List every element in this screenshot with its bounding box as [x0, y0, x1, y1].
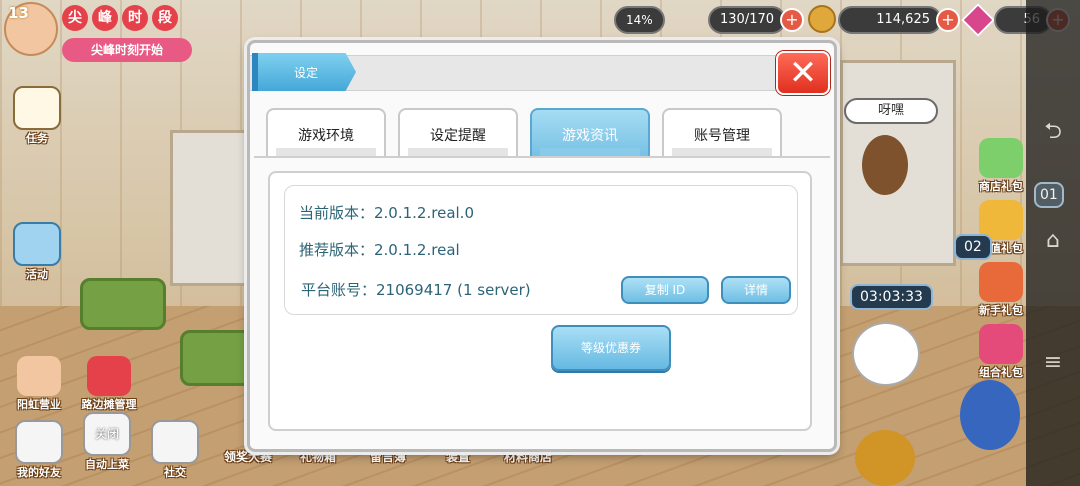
version-info-box: 当前版本：2.0.1.2.real.0 推荐版本：2.0.1.2.real 平台…: [284, 185, 798, 315]
sidebar-item-shop-pack[interactable]: 商店礼包: [972, 138, 1030, 194]
sidebar-item-combo-pack[interactable]: 组合礼包: [972, 324, 1030, 380]
home-icon[interactable]: ⌂: [1040, 228, 1066, 253]
coin-icon: [808, 5, 836, 33]
food-order-bubble[interactable]: [852, 322, 920, 386]
bottom-label: 社交: [164, 466, 186, 479]
system-nav-bar: 01 ⮌ ⌂ ≡: [1026, 0, 1080, 486]
close-button[interactable]: ✕: [776, 51, 830, 95]
sidebar-item-newbie-pack[interactable]: 新手礼包: [972, 262, 1030, 318]
details-button[interactable]: 详情: [721, 276, 791, 304]
npc-speech-bubble: 呀嘿: [844, 98, 938, 124]
level-coupon-button[interactable]: 等级优惠券: [551, 325, 671, 371]
side-timer: 02: [954, 234, 992, 260]
bottom-label: 路边摊管理: [81, 398, 137, 411]
event-title: 尖 峰 时 段: [62, 5, 178, 31]
tab-label: 游戏资讯: [562, 128, 618, 144]
girl-avatar-icon: [17, 356, 61, 396]
event-banner[interactable]: 尖峰时刻开始: [62, 38, 192, 62]
bottom-item-social[interactable]: 社交: [146, 420, 204, 480]
gift-shop-icon: [979, 138, 1023, 178]
energy-counter: 130/170: [708, 6, 787, 34]
event-timer: 03:03:33: [850, 284, 933, 310]
tab-game-info[interactable]: 游戏资讯: [530, 108, 650, 158]
bottom-item-auto-serve[interactable]: 关闭 自动上菜: [78, 412, 136, 472]
event-char: 段: [152, 5, 178, 31]
sidebar-label: 任务: [26, 132, 48, 145]
sidebar-label: 新手礼包: [979, 304, 1023, 317]
bottom-label: 阳虹营业: [17, 398, 61, 411]
sidebar-item-tasks[interactable]: 任务: [8, 86, 66, 146]
tab-label: 账号管理: [694, 128, 750, 144]
bottom-label: 自动上菜: [85, 458, 129, 471]
stall-icon: [87, 356, 131, 396]
sidebar-item-events[interactable]: 活动: [8, 222, 66, 282]
sidebar-label: 组合礼包: [979, 366, 1023, 379]
coin-counter: 114,625: [838, 6, 942, 34]
clipboard-icon: [13, 86, 61, 130]
copy-id-button[interactable]: 复制 ID: [621, 276, 709, 304]
tab-account-management[interactable]: 账号管理: [662, 108, 782, 158]
tab-label: 设定提醒: [430, 128, 486, 144]
tab-divider: [254, 156, 830, 158]
close-icon: ✕: [788, 53, 818, 93]
close-toggle-icon: 关闭: [83, 412, 131, 456]
corner-timer: 01: [1034, 182, 1064, 208]
event-board-icon: [13, 222, 61, 266]
current-version: 当前版本：2.0.1.2.real.0: [299, 204, 474, 222]
combo-pack-icon: [979, 324, 1023, 364]
add-coins-button[interactable]: +: [936, 8, 960, 32]
friends-icon: [15, 420, 63, 464]
add-energy-button[interactable]: +: [780, 8, 804, 32]
bottom-item-stall-manage[interactable]: 路边摊管理: [76, 356, 142, 412]
progress-percent: 14%: [614, 6, 665, 34]
bottom-item-open-business[interactable]: 阳虹营业: [10, 356, 68, 412]
recommended-version: 推荐版本：2.0.1.2.real: [299, 241, 460, 259]
settings-dialog: 设定 ✕ 游戏环境 设定提醒 游戏资讯 账号管理 当前版本：2.0.1.2.re…: [247, 40, 837, 452]
event-char: 峰: [92, 5, 118, 31]
platform-account: 平台账号：21069417 (1 server): [301, 281, 531, 299]
bottom-label: 我的好友: [17, 466, 61, 479]
tab-game-environment[interactable]: 游戏环境: [266, 108, 386, 158]
bottom-item-friends[interactable]: 我的好友: [10, 420, 68, 480]
chat-icon: [151, 420, 199, 464]
game-info-panel: 当前版本：2.0.1.2.real.0 推荐版本：2.0.1.2.real 平台…: [268, 171, 812, 431]
player-avatar[interactable]: 13: [4, 2, 58, 56]
tab-reminder-settings[interactable]: 设定提醒: [398, 108, 518, 158]
dialog-title: 设定: [294, 66, 319, 80]
newbie-pack-icon: [979, 262, 1023, 302]
sidebar-label: 活动: [26, 268, 48, 281]
event-char: 尖: [62, 5, 88, 31]
event-char: 时: [122, 5, 148, 31]
sidebar-label: 商店礼包: [979, 180, 1023, 193]
back-icon[interactable]: ⮌: [1040, 114, 1066, 152]
tab-label: 游戏环境: [298, 128, 354, 144]
player-level: 13: [8, 4, 29, 22]
menu-icon[interactable]: ≡: [1040, 350, 1066, 375]
